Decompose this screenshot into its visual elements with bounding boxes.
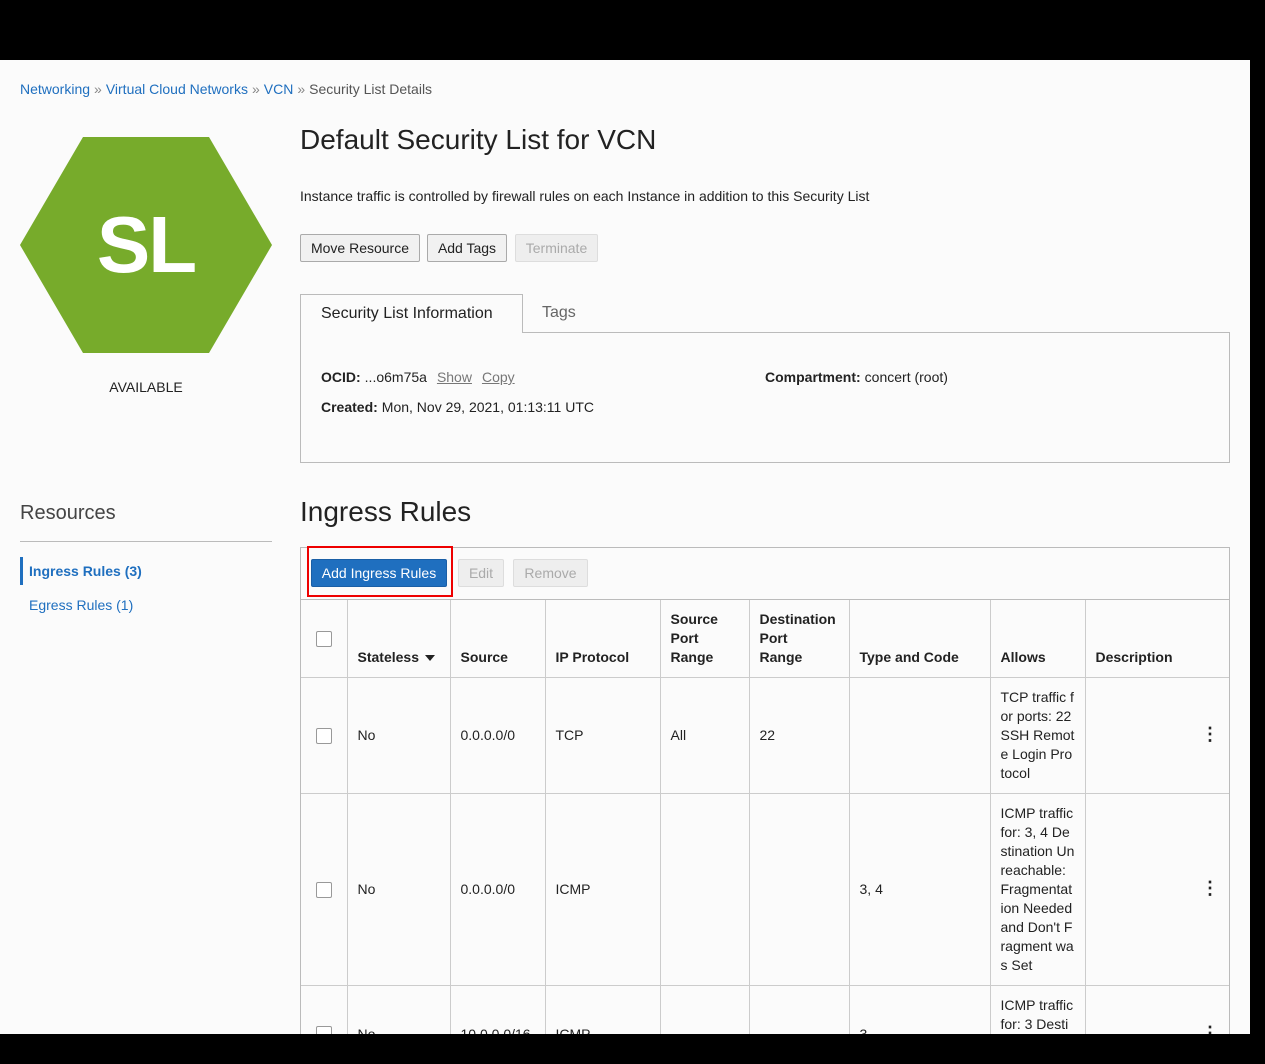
- cell-source-port-range: [660, 793, 750, 986]
- row-select-cell: [301, 793, 348, 986]
- row-checkbox[interactable]: [315, 1026, 332, 1034]
- cell-destination-port-range: 22: [749, 677, 850, 794]
- security-list-details-page: Networking» Virtual Cloud Networks» VCN» Se…: [0, 60, 1250, 1034]
- breadcrumb-separator: »: [94, 81, 102, 97]
- security-list-hexagon-icon: SL: [20, 137, 272, 353]
- row-select-cell: [301, 677, 348, 794]
- cell-source-port-range: [660, 985, 750, 1034]
- cell-source-port-range: All: [660, 677, 750, 794]
- resource-link-ingress-rules[interactable]: Ingress Rules (3): [20, 557, 275, 585]
- cell-description: ⋮: [1085, 985, 1229, 1034]
- remove-button[interactable]: Remove: [513, 559, 588, 587]
- cell-type-and-code: 3, 4: [849, 793, 991, 986]
- breadcrumb-networking[interactable]: Networking: [20, 81, 90, 97]
- table-header-row: Stateless Source IP Protocol Source Port R…: [301, 600, 1229, 678]
- table-row: No 10.0.0.0/16 ICMP 3 ICMP traffic for: …: [301, 985, 1229, 1034]
- tab-security-list-information[interactable]: Security List Information: [300, 294, 523, 333]
- ocid-copy-link[interactable]: Copy: [482, 369, 515, 385]
- column-header-allows: Allows: [990, 600, 1086, 678]
- cell-stateless: No: [347, 677, 451, 794]
- column-header-type-and-code: Type and Code: [849, 600, 991, 678]
- cell-stateless: No: [347, 985, 451, 1034]
- cell-description: ⋮: [1085, 793, 1229, 986]
- cell-allows: TCP traffic for ports: 22 SSH Remote Log…: [990, 677, 1086, 794]
- cell-type-and-code: 3: [849, 985, 991, 1034]
- breadcrumb-separator: »: [251, 81, 260, 97]
- created-row: Created: Mon, Nov 29, 2021, 01:13:11 UTC: [321, 399, 594, 415]
- add-ingress-rules-button[interactable]: Add Ingress Rules: [311, 559, 447, 587]
- edit-button[interactable]: Edit: [458, 559, 504, 587]
- details-tabs: Security List Information Tags: [300, 294, 1230, 333]
- cell-stateless: No: [347, 793, 451, 986]
- breadcrumb-vcn[interactable]: VCN: [264, 81, 294, 97]
- breadcrumb-current: Security List Details: [309, 81, 433, 97]
- cell-ip-protocol: ICMP: [545, 985, 661, 1034]
- cell-allows: ICMP traffic for: 3 Destination Unreacha…: [990, 985, 1086, 1034]
- cell-allows: ICMP traffic for: 3, 4 Destination Unrea…: [990, 793, 1086, 986]
- table-row: No 0.0.0.0/0 ICMP 3, 4 ICMP traffic for:…: [301, 793, 1229, 986]
- move-resource-button[interactable]: Move Resource: [300, 234, 420, 262]
- breadcrumb-separator: »: [297, 81, 306, 97]
- page-subtitle: Instance traffic is controlled by firewa…: [300, 188, 870, 204]
- cell-ip-protocol: TCP: [545, 677, 661, 794]
- row-actions-kebab-icon[interactable]: ⋮: [1201, 1024, 1219, 1035]
- row-actions-kebab-icon[interactable]: ⋮: [1201, 725, 1219, 743]
- column-header-destination-port-range: Destination Port Range: [749, 600, 850, 678]
- cell-source: 10.0.0.0/16: [450, 985, 546, 1034]
- resource-link-egress-rules[interactable]: Egress Rules (1): [20, 591, 272, 619]
- ocid-row: OCID: ...o6m75a Show Copy: [321, 369, 515, 385]
- ingress-rules-toolbar: Add Ingress Rules Edit Remove: [301, 546, 1229, 600]
- cell-source: 0.0.0.0/0: [450, 677, 546, 794]
- column-header-stateless[interactable]: Stateless: [347, 600, 451, 678]
- add-tags-button[interactable]: Add Tags: [427, 234, 507, 262]
- cell-type-and-code: [849, 677, 991, 794]
- select-all-checkbox[interactable]: [315, 631, 332, 648]
- cell-ip-protocol: ICMP: [545, 793, 661, 986]
- divider: [20, 541, 272, 542]
- cell-destination-port-range: [749, 985, 850, 1034]
- select-all-cell: [301, 600, 348, 678]
- column-header-description: Description: [1085, 600, 1229, 678]
- row-checkbox[interactable]: [315, 727, 332, 744]
- compartment-row: Compartment: concert (root): [765, 369, 948, 385]
- cell-description: ⋮: [1085, 677, 1229, 794]
- column-header-source: Source: [450, 600, 546, 678]
- table-row: No 0.0.0.0/0 TCP All 22 TCP traffic for …: [301, 677, 1229, 794]
- ingress-rules-heading: Ingress Rules: [300, 496, 472, 527]
- row-select-cell: [301, 985, 348, 1034]
- resources-heading: Resources: [20, 502, 116, 524]
- column-header-source-port-range: Source Port Range: [660, 600, 750, 678]
- column-header-ip-protocol: IP Protocol: [545, 600, 661, 678]
- page-title: Default Security List for VCN: [300, 124, 657, 155]
- status-label: AVAILABLE: [109, 379, 183, 395]
- ocid-label: OCID:: [321, 369, 361, 385]
- row-actions-kebab-icon[interactable]: ⋮: [1201, 879, 1219, 897]
- breadcrumb-virtual-cloud-networks[interactable]: Virtual Cloud Networks: [106, 81, 248, 97]
- ingress-rules-table-panel: Add Ingress Rules Edit Remove Stateless …: [300, 546, 1230, 1034]
- cell-source: 0.0.0.0/0: [450, 793, 546, 986]
- tab-tags[interactable]: Tags: [542, 294, 576, 332]
- breadcrumb: Networking» Virtual Cloud Networks» VCN» Se…: [20, 81, 432, 97]
- cell-destination-port-range: [749, 793, 850, 986]
- created-value: Mon, Nov 29, 2021, 01:13:11 UTC: [381, 399, 594, 415]
- compartment-value: concert (root): [864, 369, 948, 385]
- ocid-value: ...o6m75a: [364, 369, 427, 385]
- sort-desc-icon: [424, 654, 435, 661]
- ocid-show-link[interactable]: Show: [437, 369, 472, 385]
- ingress-rules-table: Stateless Source IP Protocol Source Port R…: [301, 600, 1229, 1034]
- compartment-label: Compartment:: [765, 369, 861, 385]
- created-label: Created:: [321, 399, 378, 415]
- row-checkbox[interactable]: [315, 881, 332, 898]
- terminate-button[interactable]: Terminate: [515, 234, 598, 262]
- resource-initials: SL: [96, 200, 197, 289]
- security-list-information-panel: OCID: ...o6m75a Show Copy Created: Mon, Nov …: [300, 332, 1230, 463]
